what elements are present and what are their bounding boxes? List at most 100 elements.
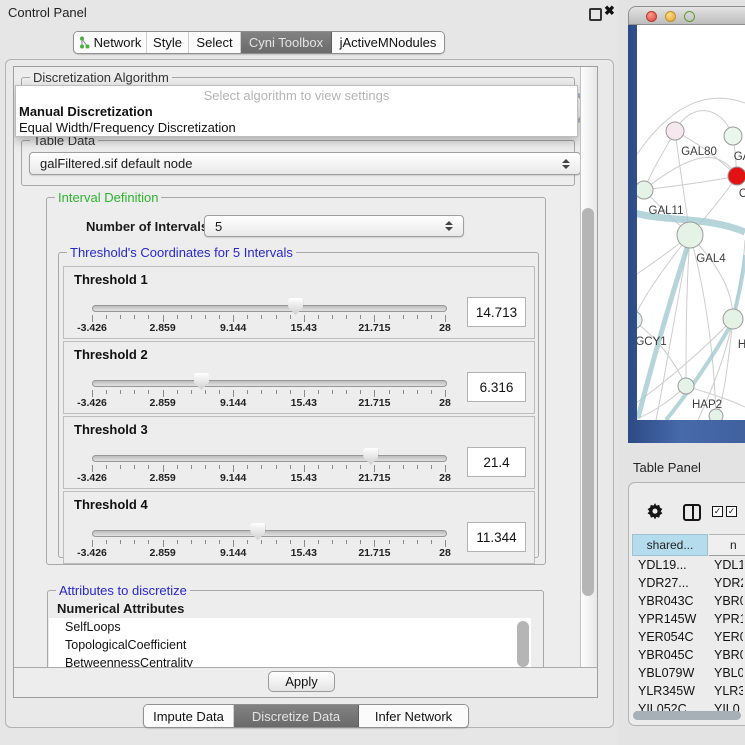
combo-arrows-icon bbox=[562, 159, 570, 169]
slider-tick bbox=[219, 315, 220, 319]
slider-scale-label: 9.144 bbox=[220, 397, 246, 409]
column-header-name[interactable]: n bbox=[709, 534, 745, 556]
slider-tick bbox=[276, 315, 277, 319]
threshold-slider-track[interactable] bbox=[92, 455, 447, 462]
table-row[interactable]: YBR045CYBR0 bbox=[630, 647, 743, 665]
threshold-slider-track[interactable] bbox=[92, 380, 447, 387]
slider-tick bbox=[332, 465, 333, 469]
table-row[interactable]: YER054CYER0 bbox=[630, 629, 743, 647]
algorithm-option[interactable]: Manual Discretization bbox=[16, 104, 577, 120]
network-canvas[interactable]: GAL80GACGAL11GAL4GCY1HHAP2 bbox=[628, 25, 745, 420]
float-window-icon[interactable] bbox=[589, 8, 602, 21]
tab-cyni-toolbox[interactable]: Cyni Toolbox bbox=[241, 32, 332, 53]
tab-style[interactable]: Style bbox=[147, 32, 189, 53]
slider-tick bbox=[205, 465, 206, 469]
threshold-value-field[interactable]: 11.344 bbox=[467, 522, 526, 552]
interval-definition-title: Interval Definition bbox=[55, 190, 161, 205]
table-row[interactable]: YBL079WYBL0 bbox=[630, 665, 743, 683]
apply-button[interactable]: Apply bbox=[268, 671, 335, 692]
slider-tick bbox=[191, 465, 192, 469]
column-header-shared[interactable]: shared... bbox=[632, 534, 708, 556]
threshold-slider-thumb[interactable] bbox=[194, 373, 209, 390]
table-row[interactable]: YPR145WYPR1 bbox=[630, 611, 743, 629]
tab-impute-data[interactable]: Impute Data bbox=[144, 705, 234, 727]
table-row[interactable]: YDL19...YDL1 bbox=[630, 557, 743, 575]
slider-scale-label: 2.859 bbox=[149, 397, 175, 409]
slider-tick bbox=[332, 315, 333, 319]
slider-tick bbox=[445, 315, 446, 322]
slider-tick bbox=[148, 540, 149, 544]
attribute-list-item[interactable]: BetweennessCentrality bbox=[49, 654, 531, 667]
slider-scale-label: -3.426 bbox=[77, 397, 107, 409]
cell-shared-name: YBL079W bbox=[638, 666, 694, 680]
slider-tick bbox=[360, 465, 361, 469]
tab-infer-network[interactable]: Infer Network bbox=[359, 705, 468, 727]
slider-tick bbox=[360, 540, 361, 544]
attributes-list-scrollbar[interactable] bbox=[517, 621, 529, 667]
slider-scale-label: 21.715 bbox=[358, 397, 390, 409]
split-columns-icon[interactable] bbox=[683, 504, 701, 521]
node-red[interactable] bbox=[728, 167, 745, 185]
cell-shared-name: YLR345W bbox=[638, 684, 695, 698]
node-gal80[interactable] bbox=[666, 122, 684, 140]
table-row[interactable]: YBR043CYBR0 bbox=[630, 593, 743, 611]
numerical-attributes-list[interactable]: SelfLoopsTopologicalCoefficientBetweenne… bbox=[49, 618, 531, 667]
slider-tick bbox=[233, 315, 234, 322]
main-scrollbar-thumb[interactable] bbox=[582, 208, 594, 596]
network-window-titlebar[interactable] bbox=[628, 6, 745, 25]
node-label-hap2: HAP2 bbox=[692, 399, 722, 411]
number-of-intervals-combobox[interactable]: 5 bbox=[204, 215, 464, 237]
mac-zoom-light-icon[interactable] bbox=[684, 11, 695, 22]
slider-tick bbox=[403, 540, 404, 544]
threshold-value-field[interactable]: 6.316 bbox=[467, 372, 526, 402]
threshold-value-field[interactable]: 21.4 bbox=[467, 447, 526, 477]
threshold-label: Threshold 2 bbox=[74, 347, 148, 362]
node-table[interactable]: YDL19...YDL1YDR27...YDR2YBR043CYBR0YPR14… bbox=[630, 557, 743, 714]
node-gal4[interactable] bbox=[677, 222, 703, 248]
gear-icon[interactable] bbox=[646, 502, 664, 520]
slider-tick bbox=[276, 540, 277, 544]
tab-discretize-data[interactable]: Discretize Data bbox=[234, 705, 359, 727]
slider-tick bbox=[417, 315, 418, 319]
table-hscrollbar-thumb[interactable] bbox=[633, 711, 741, 720]
checkbox-checked-icon[interactable]: ✓ bbox=[726, 506, 737, 517]
attributes-title: Attributes to discretize bbox=[56, 583, 190, 598]
threshold-slider-thumb[interactable] bbox=[250, 523, 265, 540]
cell-shared-name: YPR145W bbox=[638, 612, 696, 626]
mac-minimize-light-icon[interactable] bbox=[665, 11, 676, 22]
mac-close-light-icon[interactable] bbox=[646, 11, 657, 22]
algorithm-hint-item[interactable]: Select algorithm to view settings bbox=[16, 86, 577, 104]
attribute-list-item[interactable]: TopologicalCoefficient bbox=[49, 636, 531, 654]
slider-tick bbox=[276, 465, 277, 469]
tab-network[interactable]: Network bbox=[74, 32, 147, 53]
node-h[interactable] bbox=[723, 309, 743, 329]
algorithm-option[interactable]: Equal Width/Frequency Discretization bbox=[16, 120, 577, 136]
slider-scale-label: 9.144 bbox=[220, 322, 246, 334]
table-data-combobox[interactable]: galFiltered.sif default node bbox=[29, 152, 580, 175]
threshold-slider-track[interactable] bbox=[92, 530, 447, 537]
node-gcy1[interactable] bbox=[628, 311, 642, 329]
slider-tick bbox=[417, 390, 418, 394]
checkbox-checked-icon[interactable]: ✓ bbox=[712, 506, 723, 517]
slider-tick bbox=[261, 315, 262, 319]
slider-tick bbox=[346, 390, 347, 394]
node-hap2[interactable] bbox=[678, 378, 694, 394]
threshold-slider-thumb[interactable] bbox=[363, 448, 378, 465]
node-gal11[interactable] bbox=[635, 181, 653, 199]
attribute-list-item[interactable]: SelfLoops bbox=[49, 618, 531, 636]
threshold-slider-track[interactable] bbox=[92, 305, 447, 312]
slider-tick bbox=[148, 465, 149, 469]
threshold-slider-thumb[interactable] bbox=[288, 298, 303, 315]
tab-jactivemnodules[interactable]: jActiveMNodules bbox=[332, 32, 444, 53]
threshold-value-field[interactable]: 14.713 bbox=[467, 297, 526, 327]
slider-tick bbox=[417, 540, 418, 544]
slider-scale-label: 28 bbox=[439, 322, 451, 334]
close-icon[interactable]: ✖ bbox=[604, 3, 615, 19]
tab-select[interactable]: Select bbox=[189, 32, 241, 53]
table-row[interactable]: YLR345WYLR3 bbox=[630, 683, 743, 701]
slider-tick bbox=[332, 390, 333, 394]
slider-tick bbox=[163, 390, 164, 397]
slider-scale-label: 28 bbox=[439, 547, 451, 559]
node-ga[interactable] bbox=[724, 127, 742, 145]
table-row[interactable]: YDR27...YDR2 bbox=[630, 575, 743, 593]
